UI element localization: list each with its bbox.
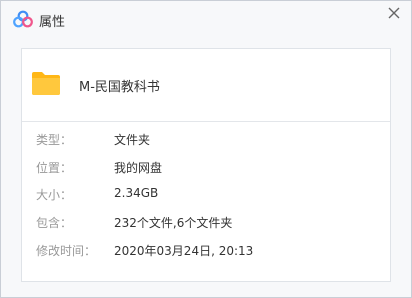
property-value: 文件夹 bbox=[114, 133, 151, 147]
folder-icon bbox=[30, 67, 62, 99]
close-button[interactable] bbox=[383, 3, 405, 23]
property-contains-row: 包含： 232个文件,6个文件夹 bbox=[22, 211, 390, 233]
property-value: 2020年03月24日, 20:13 bbox=[114, 244, 254, 258]
property-value: 我的网盘 bbox=[114, 161, 163, 175]
title-bar[interactable]: 属性 bbox=[1, 1, 411, 37]
property-type-row: 类型： 文件夹 bbox=[22, 128, 390, 150]
property-location-row: 位置： 我的网盘 bbox=[22, 156, 390, 178]
property-value: 2.34GB bbox=[114, 186, 159, 200]
property-label: 修改时间： bbox=[36, 244, 97, 258]
close-icon bbox=[388, 7, 400, 19]
baidu-netdisk-logo-icon bbox=[13, 10, 33, 28]
property-modified-row: 修改时间： 2020年03月24日, 20:13 bbox=[22, 239, 390, 261]
file-name: M-民国教科书 bbox=[79, 80, 160, 95]
property-value: 232个文件,6个文件夹 bbox=[114, 216, 233, 230]
property-size-row: 大小： 2.34GB bbox=[22, 183, 390, 205]
property-label: 位置： bbox=[36, 161, 73, 175]
file-header: M-民国教科书 bbox=[22, 49, 390, 121]
property-label: 大小： bbox=[36, 188, 73, 202]
properties-panel: M-民国教科书 类型： 文件夹 位置： 我的网盘 大小： 2.34GB 包含： … bbox=[21, 48, 391, 282]
dialog-title: 属性 bbox=[39, 15, 66, 30]
property-label: 包含： bbox=[36, 216, 73, 230]
properties-dialog: 属性 M-民国教科书 类型： 文件夹 位置： 我的网盘 大小： 2.34GB 包… bbox=[0, 0, 412, 298]
divider bbox=[22, 121, 390, 122]
property-label: 类型： bbox=[36, 133, 73, 147]
